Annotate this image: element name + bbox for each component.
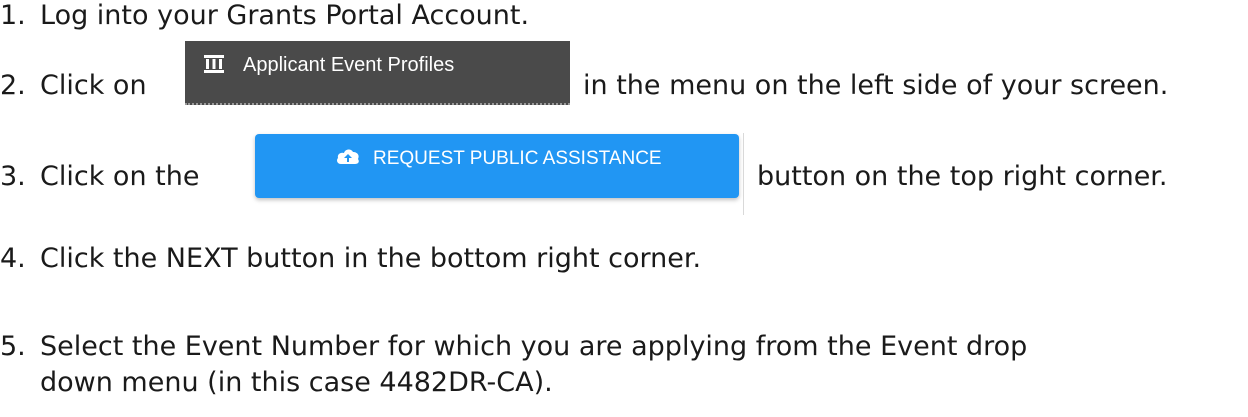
step-3-after: button on the top right corner. [757,159,1168,195]
step-number: 1. [0,0,26,31]
step-4: 4. Click the NEXT button in the bottom ri… [0,241,701,277]
step-3: 3. Click on the [0,159,199,195]
step-text-after: button on the top right corner. [757,161,1168,192]
request-public-assistance-button[interactable]: REQUEST PUBLIC ASSISTANCE [255,134,739,198]
divider [743,133,744,215]
step-number: 3. [0,161,26,192]
step-2: 2. Click on [0,68,147,104]
cloud-upload-icon [337,149,359,164]
bank-icon [204,55,224,73]
step-2-after: in the menu on the left side of your scr… [583,68,1168,104]
step-5: 5. Select the Event Number for which you … [0,329,1028,398]
step-text-line-2: down menu (in this case 4482DR-CA). [40,367,553,398]
step-number: 2. [0,70,26,101]
applicant-event-profiles-menu-item[interactable]: Applicant Event Profiles [185,41,570,105]
applicant-event-profiles-label: Applicant Event Profiles [243,54,455,76]
step-text-after: in the menu on the left side of your scr… [583,70,1169,101]
step-number: 5. [0,331,26,362]
request-public-assistance-label: REQUEST PUBLIC ASSISTANCE [373,148,662,169]
step-1: 1. Log into your Grants Portal Account. [0,0,529,34]
step-text: Log into your Grants Portal Account. [40,0,530,31]
step-text-before: Click on [40,70,147,101]
step-number: 4. [0,243,26,274]
step-text: Click the NEXT button in the bottom righ… [40,243,702,274]
step-text-before: Click on the [40,161,200,192]
step-text-line-1: Select the Event Number for which you ar… [40,331,1028,362]
